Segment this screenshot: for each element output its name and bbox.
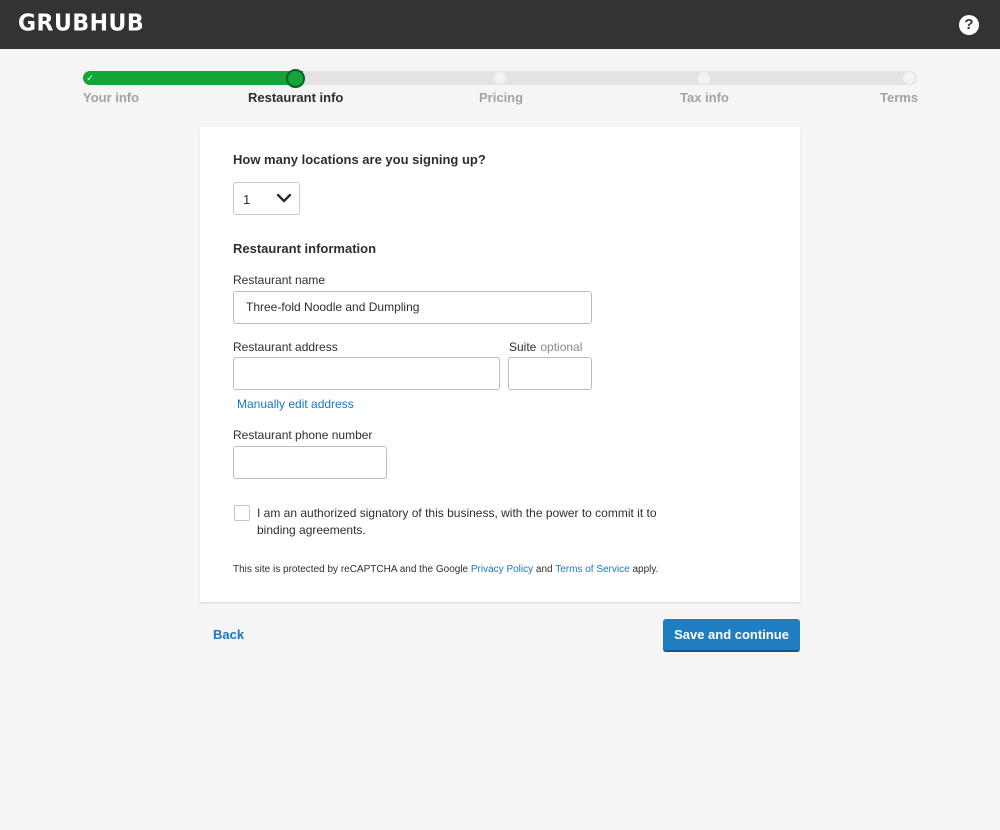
step-dot-terms (903, 72, 915, 84)
restaurant-name-input[interactable]: Three-fold Noodle and Dumpling (233, 291, 592, 324)
step-label-tax-info: Tax info (680, 90, 729, 105)
suite-optional-hint: optional (540, 340, 583, 354)
locations-select-value: 1 (243, 192, 251, 207)
signatory-checkbox[interactable] (234, 505, 250, 521)
restaurant-address-label: Restaurant address (233, 340, 338, 354)
step-dot-tax-info (698, 72, 710, 84)
recaptcha-prefix: This site is protected by reCAPTCHA and … (233, 564, 471, 575)
terms-of-service-link[interactable]: Terms of Service (555, 564, 629, 575)
chevron-down-icon (276, 193, 292, 203)
suite-input[interactable] (508, 357, 592, 390)
step-label-your-info: Your info (83, 90, 140, 105)
restaurant-info-card: How many locations are you signing up? 1… (200, 127, 800, 602)
help-icon[interactable]: ? (959, 15, 979, 35)
signatory-label: I am an authorized signatory of this bus… (257, 506, 657, 537)
restaurant-address-input[interactable] (233, 357, 500, 390)
step-label-restaurant-info: Restaurant info (248, 90, 344, 105)
recaptcha-notice: This site is protected by reCAPTCHA and … (233, 564, 658, 575)
progress-fill (83, 71, 303, 85)
top-bar: GRUBHUB ? (0, 0, 1000, 49)
recaptcha-and: and (533, 564, 556, 575)
save-and-continue-button[interactable]: Save and continue (663, 619, 800, 652)
suite-label-text: Suite (509, 340, 537, 354)
restaurant-name-label: Restaurant name (233, 273, 326, 287)
grubhub-logo[interactable]: GRUBHUB (18, 10, 144, 36)
locations-select[interactable]: 1 (233, 182, 300, 215)
phone-input[interactable] (233, 446, 387, 479)
check-icon: ✓ (84, 72, 96, 84)
step-label-terms: Terms (880, 90, 919, 105)
phone-label: Restaurant phone number (233, 428, 373, 442)
step-label-pricing: Pricing (479, 90, 524, 105)
locations-question: How many locations are you signing up? (233, 152, 486, 167)
section-title: Restaurant information (233, 241, 377, 256)
back-button[interactable]: Back (213, 627, 244, 642)
step-dot-pricing (494, 72, 506, 84)
current-step-dot (286, 69, 305, 88)
manually-edit-address-link[interactable]: Manually edit address (237, 397, 354, 411)
privacy-policy-link[interactable]: Privacy Policy (471, 564, 533, 575)
suite-label: Suite optional (509, 340, 582, 354)
recaptcha-suffix: apply. (629, 564, 659, 575)
